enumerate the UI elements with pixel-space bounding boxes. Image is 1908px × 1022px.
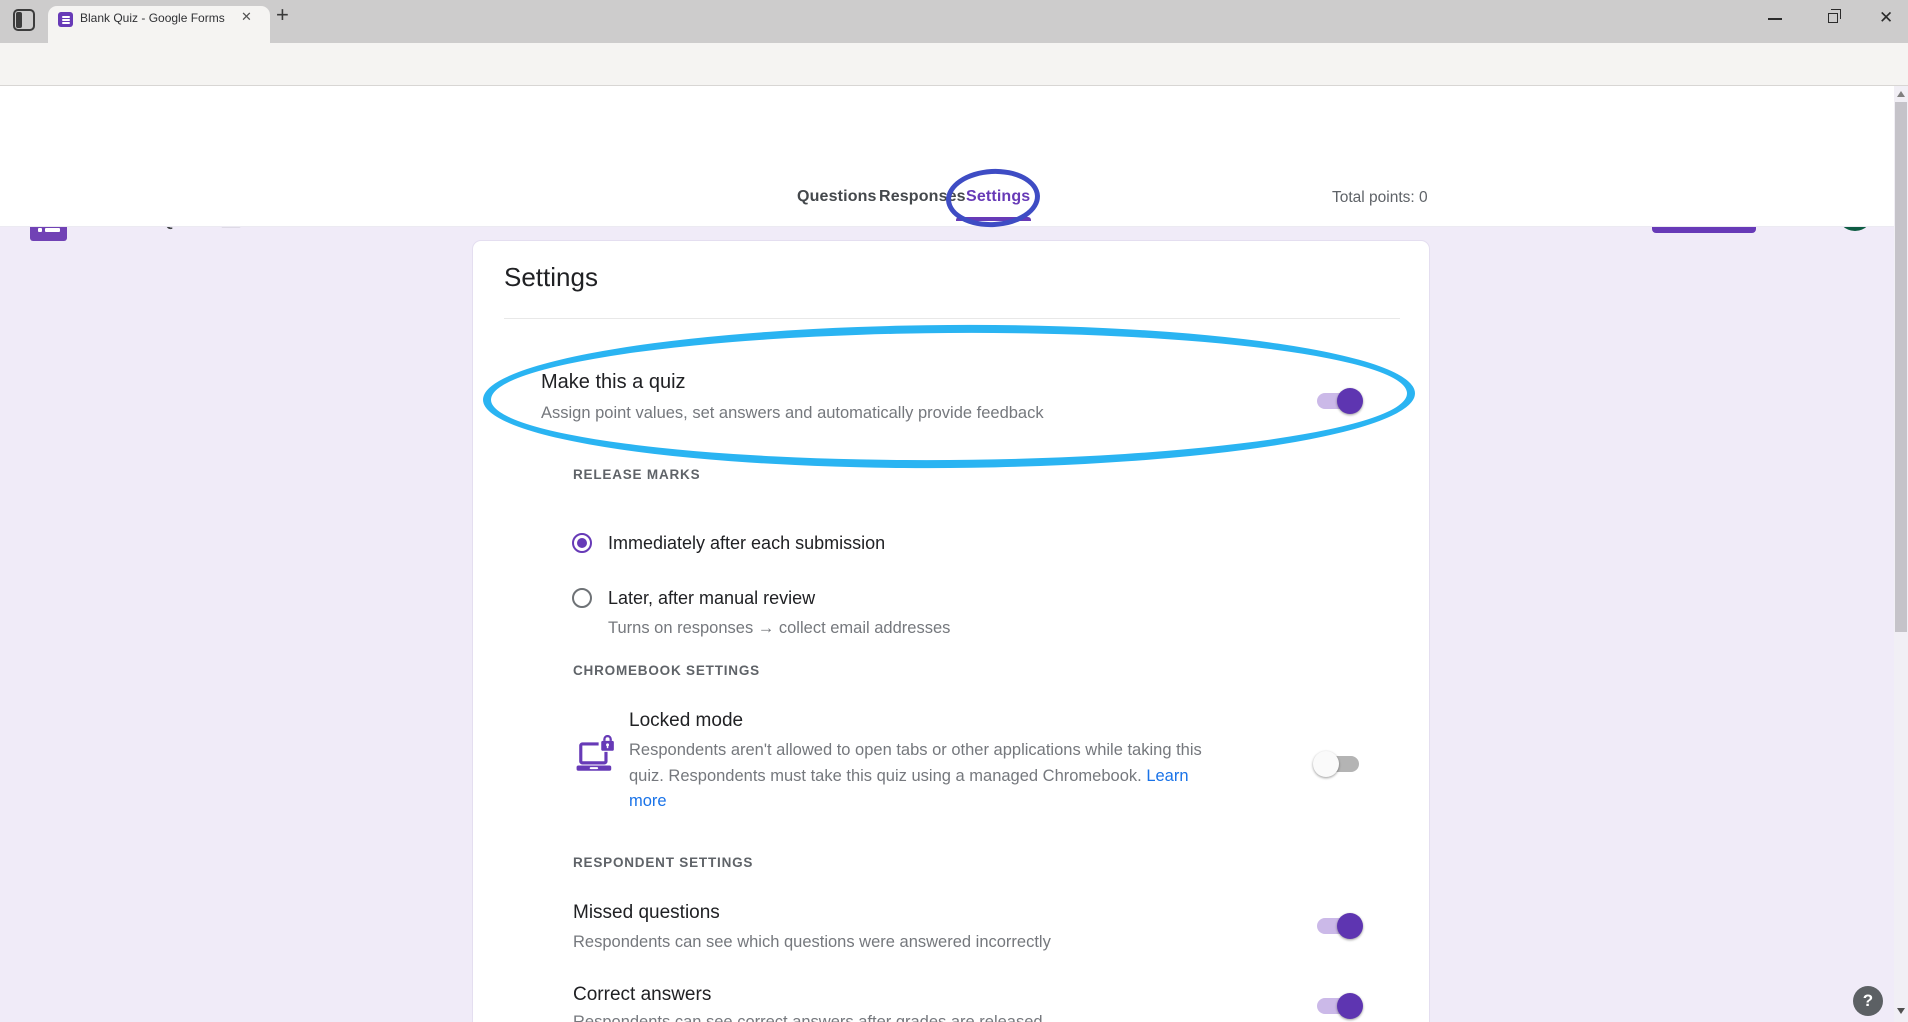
window-close-button[interactable]: ✕	[1879, 8, 1893, 28]
missed-questions-caption: Respondents can see which questions were…	[573, 932, 1051, 953]
scrollbar-thumb[interactable]	[1895, 102, 1907, 632]
radio-later[interactable]	[572, 588, 592, 608]
browser-tab-strip: Blank Quiz - Google Forms ✕ + ✕	[0, 0, 1908, 43]
correct-answers-caption: Respondents can see correct answers afte…	[573, 1012, 1043, 1022]
locked-mode-description: Respondents aren't allowed to open tabs …	[629, 738, 1214, 815]
window-minimize-button[interactable]	[1768, 18, 1782, 20]
tab-questions[interactable]: Questions	[797, 188, 877, 206]
correct-answers-toggle[interactable]	[1315, 997, 1361, 1015]
browser-toolbar: https://docs.google.com/forms/d/1OKCFcL-…	[0, 43, 1908, 86]
radio-immediately[interactable]	[572, 533, 592, 553]
settings-card: Settings Make this a quiz Assign point v…	[472, 240, 1430, 1022]
tab-close-icon[interactable]: ✕	[241, 9, 252, 25]
missed-questions-title: Missed questions	[573, 901, 720, 925]
correct-answers-title: Correct answers	[573, 983, 711, 1007]
locked-mode-description-text: Respondents aren't allowed to open tabs …	[629, 741, 1202, 785]
make-quiz-title: Make this a quiz	[541, 369, 686, 395]
radio-later-caption: Turns on responses → collect email addre…	[608, 618, 950, 639]
radio-later-label[interactable]: Later, after manual review	[608, 588, 815, 609]
active-tab-underline	[956, 217, 1031, 221]
workspaces-icon[interactable]	[13, 9, 35, 31]
tab-responses[interactable]: Responses	[879, 188, 966, 206]
locked-mode-title: Locked mode	[629, 709, 743, 733]
make-quiz-subtitle: Assign point values, set answers and aut…	[541, 403, 1044, 424]
scrollbar-up-arrow[interactable]	[1897, 91, 1905, 97]
divider	[504, 318, 1400, 319]
scrollbar-down-arrow[interactable]	[1897, 1008, 1905, 1014]
tab-settings[interactable]: Settings	[966, 188, 1030, 206]
browser-window: Blank Quiz - Google Forms ✕ + ✕ https://…	[0, 0, 1908, 1022]
chromebook-settings-label: CHROMEBOOK SETTINGS	[573, 663, 760, 678]
new-tab-button[interactable]: +	[276, 4, 289, 26]
locked-mode-laptop-icon	[575, 735, 617, 775]
forms-header: Blank Quiz Send M	[0, 86, 1908, 170]
help-button[interactable]: ?	[1853, 986, 1883, 1016]
settings-heading: Settings	[504, 261, 598, 293]
respondent-settings-label: RESPONDENT SETTINGS	[573, 855, 753, 870]
browser-tab[interactable]: Blank Quiz - Google Forms ✕	[48, 6, 270, 43]
total-points: Total points: 0	[1332, 189, 1428, 207]
release-marks-label: RELEASE MARKS	[573, 467, 700, 482]
make-quiz-toggle[interactable]	[1315, 392, 1361, 410]
tab-title: Blank Quiz - Google Forms	[80, 11, 230, 26]
window-restore-button[interactable]	[1828, 13, 1838, 23]
missed-questions-toggle[interactable]	[1315, 917, 1361, 935]
forms-favicon-icon	[58, 12, 73, 27]
locked-mode-toggle[interactable]	[1315, 755, 1361, 773]
radio-immediately-label[interactable]: Immediately after each submission	[608, 533, 885, 554]
forms-nav: Questions Responses Settings Total point…	[0, 170, 1908, 227]
